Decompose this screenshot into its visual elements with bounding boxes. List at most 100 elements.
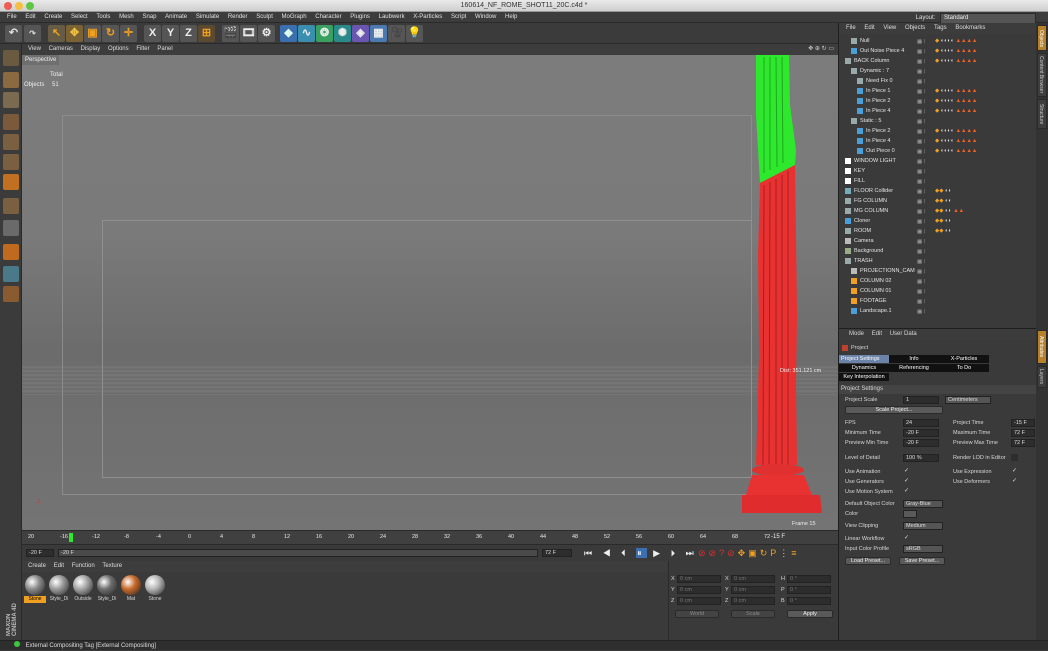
z-axis-icon[interactable]: Z [180,25,197,42]
tab-referencing[interactable]: Referencing [889,364,939,372]
tweak-mode-icon[interactable] [3,220,19,236]
spline-icon[interactable]: ∿ [298,25,315,42]
om-menu-objects[interactable]: Objects [905,23,925,34]
key-controls[interactable]: ⊘⊘?⊘✥▣↻P⋮≡ [698,548,800,559]
preview-range-slider[interactable]: -20 F [58,549,538,557]
material-menu-create[interactable]: Create [28,561,46,572]
menu-select[interactable]: Select [71,12,88,23]
axis-mode-icon[interactable] [3,198,19,214]
om-menu-edit[interactable]: Edit [864,23,874,34]
linear-workflow-checkbox[interactable]: ✓ [903,535,910,542]
select-tool-icon[interactable]: ↖ [48,25,65,42]
side-tab-objects[interactable]: Objects [1037,25,1047,51]
tab-todo[interactable]: To Do [939,364,989,372]
x-axis-icon[interactable]: X [144,25,161,42]
max-time-field[interactable]: 72 F [1011,429,1035,437]
material-swatch[interactable]: Stone [24,574,46,606]
object-row[interactable]: In Piece 4 ▦ ⁞ ◆ ◐◐◐◐ ▲▲▲▲ [839,136,1037,146]
object-row[interactable]: Landscape.1 ▦ ⁞ [839,306,1037,316]
object-row[interactable]: Cloner ▦ ⁞ ◆◆ ◐◐ [839,216,1037,226]
move-tool-icon[interactable]: ✥ [66,25,83,42]
scale-project-button[interactable]: Scale Project... [845,406,943,414]
default-color-dropdown[interactable]: Gray-Blue [903,500,943,508]
coordinate-system-icon[interactable]: ⊞ [198,25,215,42]
save-preset-button[interactable]: Save Preset... [899,557,945,565]
object-tags-icon[interactable]: ◆ ◐◐◐◐ ▲▲▲▲ [935,146,977,156]
object-row[interactable]: WINDOW LIGHT ▦ ⁞ [839,156,1037,166]
object-tags-icon[interactable]: ◆◆ ◐◐ [935,226,952,236]
menu-window[interactable]: Window [475,12,496,23]
menu-render[interactable]: Render [228,12,248,23]
render-view-icon[interactable]: 🎬 [222,25,239,42]
object-tags-icon[interactable]: ◆◆ ◐◐ [935,216,952,226]
undo-icon[interactable]: ↶ [5,25,22,42]
material-swatch[interactable]: Style_Di [48,574,70,606]
menu-snap[interactable]: Snap [142,12,156,23]
menu-xparticles[interactable]: X-Particles [413,12,442,23]
material-swatch[interactable]: Stone [144,574,166,606]
nurbs-icon[interactable]: ❂ [316,25,333,42]
coord-value-field[interactable]: 0 ° [787,597,831,605]
tab-xparticles[interactable]: X-Particles [939,355,989,363]
scale-tool-icon[interactable]: ▣ [84,25,101,42]
om-menu-view[interactable]: View [883,23,896,34]
use-generators-checkbox[interactable]: ✓ [903,478,910,485]
visibility-toggle-icon[interactable]: ▦ ⁞ [917,307,925,317]
object-row[interactable]: In Piece 1 ▦ ⁞ ◆ ◐◐◐◐ ▲▲▲▲ [839,86,1037,96]
object-row[interactable]: FOOTAGE ▦ ⁞ [839,296,1037,306]
object-row[interactable]: Need Fix 0 ▦ ⁞ [839,76,1037,86]
tab-info[interactable]: Info [889,355,939,363]
fps-field[interactable]: 24 [903,419,939,427]
material-swatch[interactable]: Outside [72,574,94,606]
coord-value-field[interactable]: 0 cm [731,575,775,583]
coord-value-field[interactable]: 0 cm [677,586,721,594]
attr-menu-userdata[interactable]: User Data [890,331,917,337]
attr-menu-mode[interactable]: Mode [849,331,864,337]
menu-sculpt[interactable]: Sculpt [256,12,273,23]
use-animation-checkbox[interactable]: ✓ [903,468,910,475]
tab-key-interpolation[interactable]: Key Interpolation [839,373,889,381]
floor-icon[interactable]: ▦ [370,25,387,42]
layout-selector[interactable]: Layout: Standard [916,13,1036,24]
object-tags-icon[interactable]: ◆ ◐◐◐◐ ▲▲▲▲ [935,36,977,46]
object-row[interactable]: Out Noise Piece 4 ▦ ⁞ ◆ ◐◐◐◐ ▲▲▲▲ [839,46,1037,56]
input-profile-dropdown[interactable]: sRGB [903,545,943,553]
column-model[interactable] [742,55,838,530]
viewport-menu-cameras[interactable]: Cameras [49,44,73,55]
object-row[interactable]: COLUMN 02 ▦ ⁞ [839,276,1037,286]
object-row[interactable]: FLOOR Collider ▦ ⁞ ◆◆ ◐◐ [839,186,1037,196]
array-icon[interactable]: ✺ [334,25,351,42]
project-scale-unit-dropdown[interactable]: Centimeters [945,396,991,404]
use-expression-checkbox[interactable]: ✓ [1011,468,1018,475]
snap-icon[interactable] [3,244,19,260]
object-row[interactable]: KEY ▦ ⁞ [839,166,1037,176]
tab-project-settings[interactable]: Project Settings [839,355,889,363]
render-picture-viewer-icon[interactable]: 🎞 [240,25,257,42]
coord-value-field[interactable]: 0 cm [731,597,775,605]
apply-button[interactable]: Apply [787,610,833,618]
attr-menu-edit[interactable]: Edit [872,331,882,337]
project-time-field[interactable]: -15 F [1011,419,1035,427]
object-row[interactable]: FG COLUMN ▦ ⁞ ◆◆ ◐◐ [839,196,1037,206]
object-row[interactable]: FILL ▦ ⁞ [839,176,1037,186]
view-clipping-dropdown[interactable]: Medium [903,522,943,530]
polygons-mode-icon[interactable] [3,174,19,190]
light-tool-icon[interactable]: 💡 [406,25,423,42]
menu-laubwerk[interactable]: Laubwerk [379,12,405,23]
points-mode-icon[interactable] [3,134,19,150]
om-menu-tags[interactable]: Tags [934,23,947,34]
zoom-window-button[interactable] [26,2,34,10]
menu-mograph[interactable]: MoGraph [282,12,307,23]
coord-value-field[interactable]: 0 ° [787,575,831,583]
object-tags-icon[interactable]: ◆ ◐◐◐◐ ▲▲▲▲ [935,126,977,136]
object-row[interactable]: In Piece 2 ▦ ⁞ ◆ ◐◐◐◐ ▲▲▲▲ [839,96,1037,106]
use-deformers-checkbox[interactable]: ✓ [1011,478,1018,485]
object-row[interactable]: Out Piece 0 ▦ ⁞ ◆ ◐◐◐◐ ▲▲▲▲ [839,146,1037,156]
playback-controls[interactable]: ⏮ ◀ ⏴ ⏸ ▶ ⏵ ⏭ [584,548,698,559]
viewport-menu-options[interactable]: Options [108,44,129,55]
menu-mesh[interactable]: Mesh [119,12,134,23]
coord-size-dropdown[interactable]: Scale [731,610,775,618]
preview-max-field[interactable]: 72 F [1011,439,1035,447]
tab-dynamics[interactable]: Dynamics [839,364,889,372]
menu-script[interactable]: Script [451,12,466,23]
